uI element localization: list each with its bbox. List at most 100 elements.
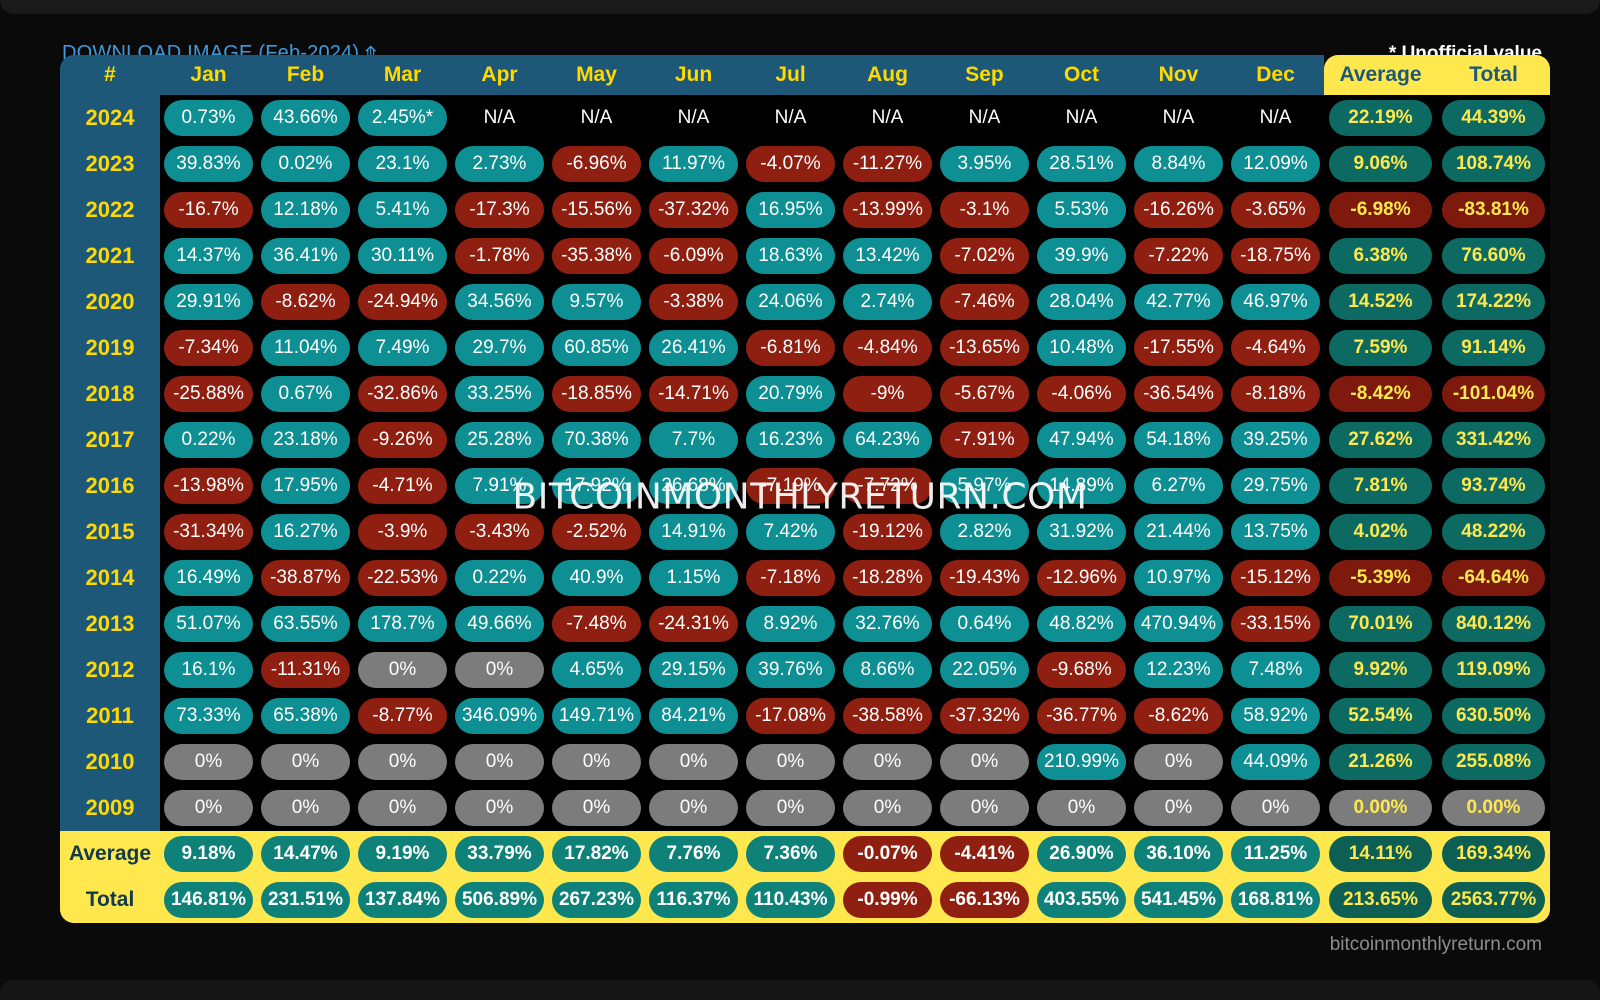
cell-2017-Apr[interactable]: 25.28% [451,417,548,463]
cell-2021-Jan[interactable]: 14.37% [160,233,257,279]
footer-cell-average-Mar[interactable]: 9.19% [354,831,451,877]
cell-2009-Aug[interactable]: 0% [839,785,936,831]
cell-2009-Sep[interactable]: 0% [936,785,1033,831]
cell-2018-Jul[interactable]: 20.79% [742,371,839,417]
cell-2011-Nov[interactable]: -8.62% [1130,693,1227,739]
cell-2024-Sep[interactable]: N/A [936,95,1033,141]
cell-2013-Feb[interactable]: 63.55% [257,601,354,647]
cell-2018-Nov[interactable]: -36.54% [1130,371,1227,417]
cell-2013-Dec[interactable]: -33.15% [1227,601,1324,647]
year-label-2017[interactable]: 2017 [60,417,160,463]
year-label-2021[interactable]: 2021 [60,233,160,279]
cell-2010-total[interactable]: 255.08% [1437,739,1550,785]
header-cell-nov[interactable]: Nov [1130,55,1227,95]
cell-2019-Jun[interactable]: 26.41% [645,325,742,371]
footer-cell-total-Jan[interactable]: 146.81% [160,877,257,923]
cell-2019-Oct[interactable]: 10.48% [1033,325,1130,371]
cell-2020-total[interactable]: 174.22% [1437,279,1550,325]
cell-2017-total[interactable]: 331.42% [1437,417,1550,463]
cell-2022-total[interactable]: -83.81% [1437,187,1550,233]
footer-cell-total-total[interactable]: 2563.77% [1437,877,1550,923]
year-label-2013[interactable]: 2013 [60,601,160,647]
cell-2013-Jan[interactable]: 51.07% [160,601,257,647]
cell-2023-Apr[interactable]: 2.73% [451,141,548,187]
cell-2023-Sep[interactable]: 3.95% [936,141,1033,187]
cell-2014-Jul[interactable]: -7.18% [742,555,839,601]
cell-2011-total[interactable]: 630.50% [1437,693,1550,739]
cell-2024-Jul[interactable]: N/A [742,95,839,141]
cell-2014-Aug[interactable]: -18.28% [839,555,936,601]
cell-2009-May[interactable]: 0% [548,785,645,831]
cell-2017-Mar[interactable]: -9.26% [354,417,451,463]
cell-2022-Jun[interactable]: -37.32% [645,187,742,233]
cell-2011-average[interactable]: 52.54% [1324,693,1437,739]
year-label-2018[interactable]: 2018 [60,371,160,417]
cell-2011-Mar[interactable]: -8.77% [354,693,451,739]
cell-2012-Jul[interactable]: 39.76% [742,647,839,693]
cell-2014-Oct[interactable]: -12.96% [1033,555,1130,601]
year-label-2011[interactable]: 2011 [60,693,160,739]
cell-2015-total[interactable]: 48.22% [1437,509,1550,555]
cell-2012-Jan[interactable]: 16.1% [160,647,257,693]
year-label-2009[interactable]: 2009 [60,785,160,831]
header-cell-total[interactable]: Total [1437,55,1550,95]
cell-2024-Aug[interactable]: N/A [839,95,936,141]
footer-cell-average-Apr[interactable]: 33.79% [451,831,548,877]
cell-2013-Aug[interactable]: 32.76% [839,601,936,647]
cell-2015-Sep[interactable]: 2.82% [936,509,1033,555]
cell-2024-Apr[interactable]: N/A [451,95,548,141]
footer-cell-average-Nov[interactable]: 36.10% [1130,831,1227,877]
year-label-2023[interactable]: 2023 [60,141,160,187]
cell-2017-average[interactable]: 27.62% [1324,417,1437,463]
cell-2012-total[interactable]: 119.09% [1437,647,1550,693]
footer-cell-average-total[interactable]: 169.34% [1437,831,1550,877]
header-cell-apr[interactable]: Apr [451,55,548,95]
cell-2019-May[interactable]: 60.85% [548,325,645,371]
footer-cell-total-average[interactable]: 213.65% [1324,877,1437,923]
footer-cell-total-Sep[interactable]: -66.13% [936,877,1033,923]
cell-2012-Jun[interactable]: 29.15% [645,647,742,693]
cell-2019-Aug[interactable]: -4.84% [839,325,936,371]
cell-2016-Dec[interactable]: 29.75% [1227,463,1324,509]
cell-2014-Jun[interactable]: 1.15% [645,555,742,601]
cell-2017-Jul[interactable]: 16.23% [742,417,839,463]
cell-2019-Apr[interactable]: 29.7% [451,325,548,371]
cell-2013-Oct[interactable]: 48.82% [1033,601,1130,647]
cell-2010-Oct[interactable]: 210.99% [1033,739,1130,785]
cell-2024-Dec[interactable]: N/A [1227,95,1324,141]
cell-2010-Apr[interactable]: 0% [451,739,548,785]
cell-2010-Jan[interactable]: 0% [160,739,257,785]
cell-2017-Oct[interactable]: 47.94% [1033,417,1130,463]
cell-2017-May[interactable]: 70.38% [548,417,645,463]
footer-cell-total-Oct[interactable]: 403.55% [1033,877,1130,923]
cell-2016-Aug[interactable]: -7.72% [839,463,936,509]
cell-2009-Nov[interactable]: 0% [1130,785,1227,831]
cell-2021-Nov[interactable]: -7.22% [1130,233,1227,279]
cell-2022-May[interactable]: -15.56% [548,187,645,233]
cell-2016-total[interactable]: 93.74% [1437,463,1550,509]
cell-2010-May[interactable]: 0% [548,739,645,785]
cell-2023-Jan[interactable]: 39.83% [160,141,257,187]
cell-2024-Jun[interactable]: N/A [645,95,742,141]
cell-2015-May[interactable]: -2.52% [548,509,645,555]
year-label-2024[interactable]: 2024 [60,95,160,141]
cell-2012-May[interactable]: 4.65% [548,647,645,693]
header-cell-mar[interactable]: Mar [354,55,451,95]
cell-2019-Dec[interactable]: -4.64% [1227,325,1324,371]
cell-2012-Oct[interactable]: -9.68% [1033,647,1130,693]
cell-2012-Aug[interactable]: 8.66% [839,647,936,693]
cell-2018-Dec[interactable]: -8.18% [1227,371,1324,417]
cell-2020-Oct[interactable]: 28.04% [1033,279,1130,325]
cell-2022-Sep[interactable]: -3.1% [936,187,1033,233]
footer-cell-average-average[interactable]: 14.11% [1324,831,1437,877]
cell-2023-Dec[interactable]: 12.09% [1227,141,1324,187]
cell-2012-Feb[interactable]: -11.31% [257,647,354,693]
cell-2021-Feb[interactable]: 36.41% [257,233,354,279]
cell-2014-total[interactable]: -64.64% [1437,555,1550,601]
cell-2018-total[interactable]: -101.04% [1437,371,1550,417]
cell-2010-Dec[interactable]: 44.09% [1227,739,1324,785]
year-label-2022[interactable]: 2022 [60,187,160,233]
cell-2014-Nov[interactable]: 10.97% [1130,555,1227,601]
footer-cell-average-Oct[interactable]: 26.90% [1033,831,1130,877]
year-label-2012[interactable]: 2012 [60,647,160,693]
